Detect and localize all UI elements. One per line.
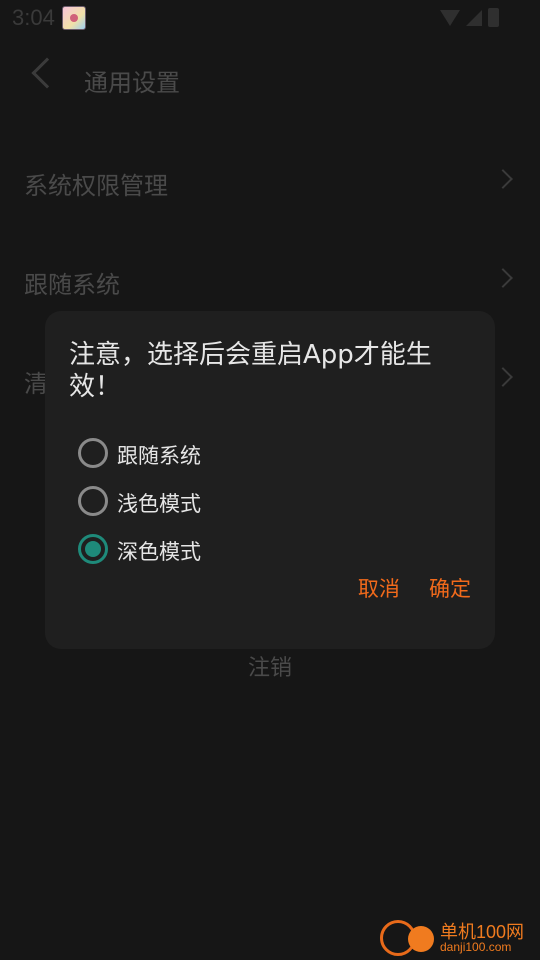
watermark-domain: danji100.com bbox=[440, 940, 512, 954]
cancel-button[interactable]: 取消 bbox=[358, 573, 400, 603]
theme-options: 跟随系统 浅色模式 深色模式 bbox=[77, 431, 457, 575]
option-light-mode[interactable]: 浅色模式 bbox=[77, 479, 457, 527]
dialog-actions: 取消 确定 bbox=[334, 573, 471, 603]
dialog-title: 注意，选择后会重启App才能生效！ bbox=[69, 340, 432, 402]
radio-button[interactable] bbox=[78, 438, 108, 468]
watermark: 单机100网 danji100.com bbox=[380, 916, 536, 960]
radio-button-checked[interactable] bbox=[78, 534, 108, 564]
screen: 3:04 通用设置 系统权限管理 跟随系统 清 注销 注意，选择后会重启App才… bbox=[0, 0, 540, 960]
option-label: 深色模式 bbox=[117, 540, 201, 564]
theme-dialog: 注意，选择后会重启App才能生效！ 跟随系统 浅色模式 深色模式 取消 确定 bbox=[45, 311, 495, 649]
option-label: 跟随系统 bbox=[117, 444, 201, 468]
radio-button[interactable] bbox=[78, 486, 108, 516]
option-follow-system[interactable]: 跟随系统 bbox=[77, 431, 457, 479]
confirm-button[interactable]: 确定 bbox=[429, 573, 471, 603]
option-dark-mode[interactable]: 深色模式 bbox=[77, 527, 457, 575]
option-label: 浅色模式 bbox=[117, 492, 201, 516]
watermark-dot-icon bbox=[408, 926, 434, 952]
